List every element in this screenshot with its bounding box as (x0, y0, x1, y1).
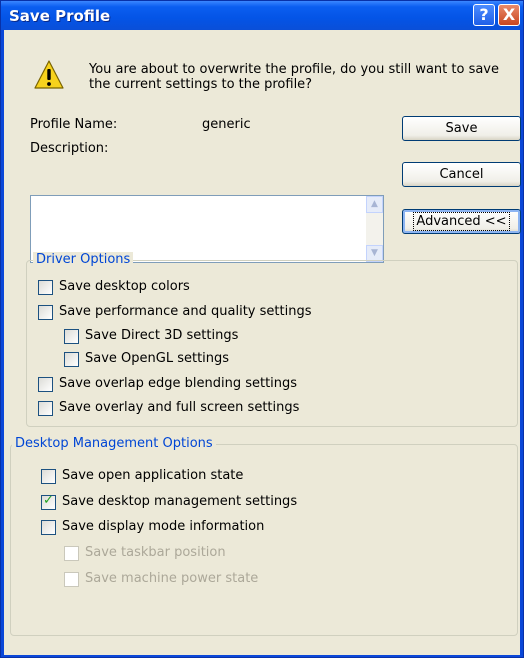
checkbox-save-display-mode[interactable]: Save display mode information (41, 519, 264, 537)
save-profile-dialog: Save Profile ? X You are about to overwr… (0, 0, 524, 658)
advanced-button-label: Advanced << (413, 212, 510, 231)
checkbox-label: Save desktop management settings (62, 494, 298, 509)
description-label: Description: (30, 141, 109, 156)
save-button-label: Save (445, 121, 478, 136)
checkbox-label: Save display mode information (62, 519, 265, 534)
checkbox-save-opengl[interactable]: Save OpenGL settings (64, 351, 229, 369)
checkbox-box[interactable] (41, 520, 56, 535)
cancel-button[interactable]: Cancel (402, 162, 521, 187)
checkbox-box (64, 572, 79, 587)
profile-name-label: Profile Name: (30, 117, 118, 132)
save-button[interactable]: Save (402, 116, 521, 141)
dialog-body: You are about to overwrite the profile, … (4, 30, 521, 655)
cancel-button-label: Cancel (439, 167, 484, 182)
profile-name-value: generic (202, 117, 251, 132)
checkbox-label: Save taskbar position (85, 545, 226, 560)
checkbox-box[interactable] (38, 305, 53, 320)
advanced-button[interactable]: Advanced << (402, 209, 521, 234)
warning-message: You are about to overwrite the profile, … (89, 62, 499, 92)
checkbox-save-desktop-colors[interactable]: Save desktop colors (38, 279, 190, 297)
checkbox-save-performance-quality[interactable]: Save performance and quality settings (38, 304, 311, 322)
checkbox-save-direct3d[interactable]: Save Direct 3D settings (64, 328, 238, 346)
checkbox-save-overlap-edge-blending[interactable]: Save overlap edge blending settings (38, 376, 297, 394)
title-bar[interactable]: Save Profile ? X (1, 1, 523, 30)
checkbox-label: Save performance and quality settings (59, 304, 312, 319)
checkmark-icon: ✓ (43, 493, 54, 508)
scroll-up-icon[interactable]: ▲ (366, 196, 383, 213)
checkbox-box[interactable] (38, 401, 53, 416)
checkbox-box[interactable] (38, 280, 53, 295)
checkbox-label: Save machine power state (85, 571, 259, 586)
checkbox-save-overlay-full-screen[interactable]: Save overlay and full screen settings (38, 400, 299, 418)
driver-options-legend: Driver Options (33, 252, 134, 267)
checkbox-save-taskbar-position: Save taskbar position (64, 545, 226, 563)
help-button[interactable]: ? (473, 4, 495, 26)
checkbox-box[interactable] (64, 352, 79, 367)
close-button[interactable]: X (498, 4, 520, 26)
checkbox-label: Save OpenGL settings (85, 351, 230, 366)
desktop-management-legend: Desktop Management Options (12, 436, 216, 451)
close-icon: X (502, 5, 516, 24)
description-scrollbar[interactable]: ▲ ▼ (366, 196, 383, 262)
checkbox-save-desktop-management[interactable]: ✓ Save desktop management settings (41, 493, 298, 512)
checkbox-box[interactable] (38, 377, 53, 392)
warning-icon (34, 60, 64, 89)
checkbox-save-machine-power-state: Save machine power state (64, 571, 258, 589)
checkbox-box[interactable] (41, 469, 56, 484)
window-title: Save Profile (9, 7, 111, 25)
checkbox-label: Save overlap edge blending settings (59, 376, 298, 391)
checkbox-save-open-app-state[interactable]: Save open application state (41, 468, 243, 486)
checkbox-label: Save open application state (62, 468, 244, 483)
help-icon: ? (479, 5, 489, 24)
checkbox-box[interactable]: ✓ (41, 493, 56, 510)
checkbox-box[interactable] (64, 329, 79, 344)
checkbox-box (64, 546, 79, 561)
checkbox-label: Save overlay and full screen settings (59, 400, 300, 415)
checkbox-label: Save desktop colors (59, 279, 190, 294)
checkbox-label: Save Direct 3D settings (85, 328, 239, 343)
